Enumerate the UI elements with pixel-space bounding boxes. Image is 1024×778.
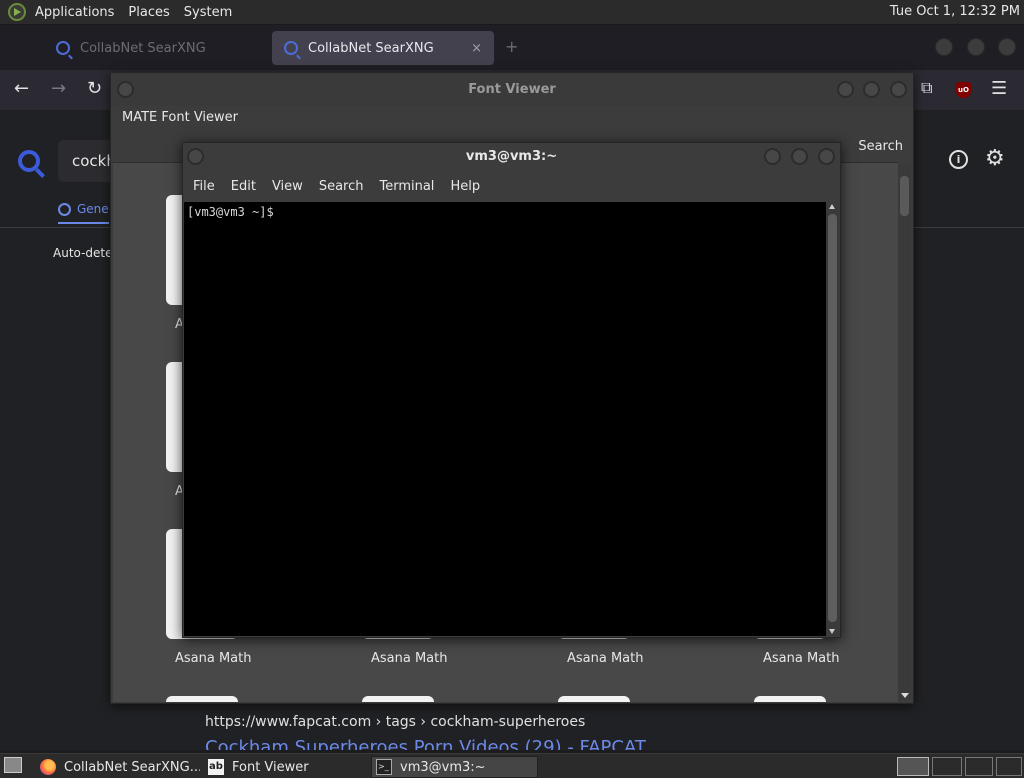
reload-icon[interactable]: ↻ [87, 78, 102, 99]
tab-label: CollabNet SearXNG [308, 40, 434, 56]
terminal-menubar: File Edit View Search Terminal Help [183, 171, 840, 201]
menu-system[interactable]: System [177, 5, 239, 20]
font-name: Asana Math [371, 651, 448, 666]
taskbar-item-firefox[interactable]: CollabNet SearXNG... [36, 756, 200, 778]
info-icon[interactable]: i [949, 150, 968, 169]
menu-file[interactable]: File [187, 179, 221, 194]
taskbar-label: vm3@vm3:~ [400, 759, 486, 775]
font-name: Asana Math [763, 651, 840, 666]
minimize-button[interactable] [764, 148, 781, 165]
result-url[interactable]: https://www.fapcat.com › tags › cockham-… [205, 714, 585, 730]
taskbar-item-font-viewer[interactable]: ab Font Viewer [204, 756, 368, 778]
terminal-title: vm3@vm3:~ [465, 149, 558, 164]
workspace-2[interactable] [932, 757, 962, 776]
taskbar-label: CollabNet SearXNG... [64, 759, 200, 775]
tab-searxng-2[interactable]: CollabNet SearXNG × [272, 31, 494, 65]
menu-terminal[interactable]: Terminal [373, 179, 440, 194]
terminal-scrollbar[interactable] [826, 202, 839, 636]
show-desktop-icon[interactable] [4, 757, 22, 773]
distro-logo-icon[interactable] [8, 3, 26, 21]
menu-edit[interactable]: Edit [225, 179, 262, 194]
font-viewer-icon: ab [208, 759, 224, 775]
scrollbar-thumb[interactable] [828, 214, 837, 622]
close-button[interactable] [998, 38, 1016, 56]
scroll-down-arrow-icon[interactable] [901, 693, 909, 698]
window-menu-button[interactable] [117, 81, 134, 98]
search-icon [58, 202, 71, 216]
shell-prompt: [vm3@vm3 ~]$ [187, 205, 274, 219]
terminal-icon: >_ [376, 759, 392, 775]
firefox-icon [40, 759, 56, 775]
menu-search[interactable]: Search [313, 179, 370, 194]
font-preview-card[interactable] [362, 696, 434, 702]
search-icon [284, 41, 298, 55]
maximize-button[interactable] [967, 38, 985, 56]
minimize-button[interactable] [935, 38, 953, 56]
bottom-panel: CollabNet SearXNG... ab Font Viewer >_ v… [0, 753, 1024, 778]
font-viewer-heading: MATE Font Viewer [122, 110, 239, 125]
taskbar-item-terminal[interactable]: >_ vm3@vm3:~ [371, 756, 538, 778]
menu-places[interactable]: Places [121, 5, 176, 20]
maximize-button[interactable] [791, 148, 808, 165]
maximize-button[interactable] [863, 81, 880, 98]
search-icon [56, 41, 70, 55]
scroll-up-arrow-icon[interactable] [829, 204, 835, 209]
tab-general[interactable]: Gene [58, 202, 109, 224]
terminal-window: vm3@vm3:~ File Edit View Search Terminal… [182, 142, 841, 638]
close-button[interactable] [818, 148, 835, 165]
menu-applications[interactable]: Applications [28, 5, 121, 20]
top-menu: Applications Places System [28, 0, 239, 25]
result-title-link[interactable]: Cockham Superheroes Porn Videos (29) - F… [205, 737, 646, 750]
search-button[interactable]: Search [858, 139, 903, 154]
tab-general-label: Gene [77, 202, 109, 216]
searxng-logo-icon[interactable] [18, 150, 40, 172]
menu-view[interactable]: View [266, 179, 309, 194]
taskbar-label: Font Viewer [232, 759, 309, 775]
extensions-icon[interactable]: ⧉ [921, 78, 932, 98]
close-tab-icon[interactable]: × [471, 41, 482, 56]
new-tab-button[interactable]: + [505, 37, 518, 56]
font-name: Asana Math [567, 651, 644, 666]
terminal-titlebar[interactable]: vm3@vm3:~ [183, 143, 840, 171]
font-viewer-title: Font Viewer [468, 82, 556, 97]
font-preview-card[interactable] [166, 696, 238, 702]
tab-searxng-1[interactable]: CollabNet SearXNG [44, 31, 268, 65]
minimize-button[interactable] [837, 81, 854, 98]
font-name: Asana Math [175, 651, 252, 666]
gear-icon[interactable]: ⚙ [985, 146, 1005, 171]
workspace-4[interactable] [996, 757, 1022, 776]
font-preview-card[interactable] [754, 696, 826, 702]
font-viewer-titlebar[interactable]: Font Viewer [111, 73, 913, 106]
scroll-down-arrow-icon[interactable] [829, 629, 835, 634]
window-menu-button[interactable] [187, 148, 204, 165]
workspace-1[interactable] [897, 757, 929, 776]
forward-arrow-icon[interactable]: → [51, 78, 66, 99]
ublock-origin-icon[interactable]: uO [956, 82, 971, 98]
tab-label: CollabNet SearXNG [80, 40, 206, 56]
top-panel: Applications Places System Tue Oct 1, 12… [0, 0, 1024, 25]
font-preview-card[interactable] [558, 696, 630, 702]
clock[interactable]: Tue Oct 1, 12:32 PM [890, 4, 1020, 19]
terminal-output[interactable]: [vm3@vm3 ~]$ [184, 202, 827, 636]
close-button[interactable] [890, 81, 907, 98]
font-grid-scrollbar[interactable] [898, 164, 911, 700]
workspace-3[interactable] [965, 757, 993, 776]
scrollbar-thumb[interactable] [900, 176, 909, 216]
tab-strip: CollabNet SearXNG CollabNet SearXNG × + [0, 25, 1024, 70]
menu-help[interactable]: Help [444, 179, 486, 194]
hamburger-menu-icon[interactable]: ☰ [991, 78, 1007, 99]
back-arrow-icon[interactable]: ← [14, 78, 29, 99]
